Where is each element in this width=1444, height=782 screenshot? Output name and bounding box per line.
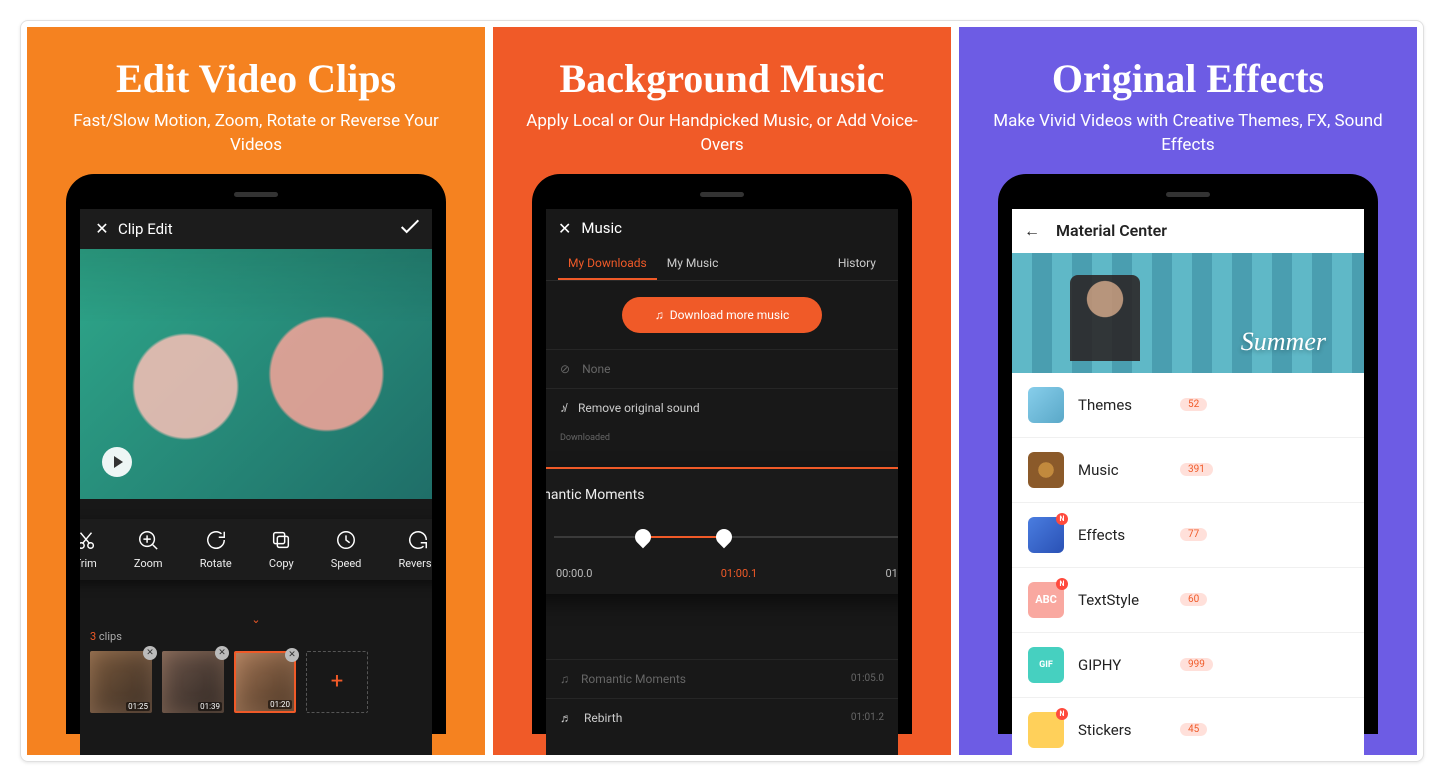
panel-title: Edit Video Clips (27, 55, 485, 102)
count-badge: 60 (1180, 593, 1207, 606)
rotate-button[interactable]: Rotate (200, 529, 232, 570)
track-row[interactable]: ♫ Romantic Moments 01:05.0 (546, 659, 898, 698)
time-current: 01:00.1 (721, 567, 757, 580)
music-icon (1028, 452, 1064, 488)
clip-thumb[interactable]: ✕01:20 (234, 651, 296, 713)
new-badge: N (1056, 513, 1068, 525)
zoom-button[interactable]: Zoom (134, 529, 163, 570)
item-stickers[interactable]: N Stickers 45 (1012, 698, 1364, 755)
remove-clip-icon[interactable]: ✕ (143, 646, 157, 660)
new-badge: N (1056, 578, 1068, 590)
option-none[interactable]: ⊘ None (546, 349, 898, 388)
summer-banner[interactable]: Summer (1012, 253, 1364, 373)
track-name: Romantic Moments (546, 487, 644, 503)
music-player: Romantic Moments ☰ 00:00.0 01:00.1 01:54… (546, 467, 898, 594)
count-badge: 77 (1180, 528, 1207, 541)
count-badge: 45 (1180, 723, 1207, 736)
panel-title: Background Music (493, 55, 951, 102)
none-icon: ⊘ (560, 362, 570, 376)
option-remove-sound[interactable]: ♪̸ Remove original sound (546, 388, 898, 427)
remove-clip-icon[interactable]: ✕ (285, 648, 299, 662)
clips-timeline: ⌄ 3 clips ✕01:25 ✕01:39 ✕01:20 + (80, 609, 432, 721)
range-start-handle[interactable] (632, 525, 655, 548)
add-clip-button[interactable]: + (306, 651, 368, 713)
close-icon[interactable]: ✕ (92, 219, 112, 238)
new-badge: N (1056, 708, 1068, 720)
trim-slider[interactable] (554, 536, 898, 538)
count-badge: 52 (1180, 398, 1207, 411)
text-icon: ABCN (1028, 582, 1064, 618)
panel-title: Original Effects (959, 55, 1417, 102)
music-note-icon: ♫ (560, 672, 569, 686)
item-giphy[interactable]: GIF GIPHY 999 (1012, 633, 1364, 698)
headphones-icon: ♬ (560, 711, 572, 725)
header-title: Clip Edit (112, 220, 400, 238)
phone-frame: ✕ Music My Downloads My Music History ♫ … (532, 174, 912, 734)
back-icon[interactable]: ← (1024, 221, 1040, 241)
clip-thumb[interactable]: ✕01:25 (90, 651, 152, 713)
header-title: Music (581, 219, 622, 237)
tab-my-downloads[interactable]: My Downloads (558, 248, 657, 280)
video-preview[interactable] (80, 249, 432, 499)
count-badge: 999 (1180, 658, 1213, 671)
clips-count: 3 clips (90, 630, 422, 643)
screen-music: ✕ Music My Downloads My Music History ♫ … (546, 209, 898, 755)
edit-toolbar: Trim Zoom Rotate Copy Speed Reverse (80, 519, 432, 580)
tab-history[interactable]: History (828, 248, 886, 280)
panel-subtitle: Make Vivid Videos with Creative Themes, … (959, 110, 1417, 158)
panel-background-music: Background Music Apply Local or Our Hand… (493, 27, 951, 755)
count-badge: 391 (1180, 463, 1213, 476)
section-downloaded: Downloaded (546, 427, 898, 449)
screen-material-center: ← Material Center Summer Themes 52 Music… (1012, 209, 1364, 755)
mute-icon: ♪̸ (560, 401, 566, 415)
clip-thumb[interactable]: ✕01:39 (162, 651, 224, 713)
close-icon[interactable]: ✕ (558, 219, 571, 238)
panel-original-effects: Original Effects Make Vivid Videos with … (959, 27, 1417, 755)
header-title: Material Center (1056, 221, 1167, 240)
range-end-handle[interactable] (713, 525, 736, 548)
panel-subtitle: Fast/Slow Motion, Zoom, Rotate or Revers… (27, 110, 485, 158)
remove-clip-icon[interactable]: ✕ (215, 646, 229, 660)
phone-frame: ✕ Clip Edit Trim Zoom Rotate Copy Speed … (66, 174, 446, 734)
phone-frame: ← Material Center Summer Themes 52 Music… (998, 174, 1378, 734)
screen-clip-edit: ✕ Clip Edit Trim Zoom Rotate Copy Speed … (80, 209, 432, 755)
copy-button[interactable]: Copy (269, 529, 294, 570)
item-themes[interactable]: Themes 52 (1012, 373, 1364, 438)
play-icon[interactable] (102, 447, 132, 477)
time-end: 01:54.1 (886, 567, 899, 580)
item-effects[interactable]: N Effects 77 (1012, 503, 1364, 568)
chevron-down-icon[interactable]: ⌄ (90, 613, 422, 626)
themes-icon (1028, 387, 1064, 423)
item-music[interactable]: Music 391 (1012, 438, 1364, 503)
time-start: 00:00.0 (556, 567, 592, 580)
panel-edit-clips: Edit Video Clips Fast/Slow Motion, Zoom,… (27, 27, 485, 755)
speed-button[interactable]: Speed (331, 529, 362, 570)
item-textstyle[interactable]: ABCN TextStyle 60 (1012, 568, 1364, 633)
tab-my-music[interactable]: My Music (657, 248, 729, 280)
music-note-icon: ♫ (655, 308, 664, 322)
panel-subtitle: Apply Local or Our Handpicked Music, or … (493, 110, 951, 158)
sticker-icon: N (1028, 712, 1064, 748)
effects-icon: N (1028, 517, 1064, 553)
download-more-button[interactable]: ♫ Download more music (622, 297, 822, 333)
track-row[interactable]: ♬ Rebirth 01:01.2 (546, 698, 898, 737)
confirm-icon[interactable] (400, 219, 420, 239)
gif-icon: GIF (1028, 647, 1064, 683)
reverse-button[interactable]: Reverse (399, 529, 433, 570)
banner-label: Summer (1241, 327, 1326, 357)
trim-button[interactable]: Trim (80, 529, 97, 570)
